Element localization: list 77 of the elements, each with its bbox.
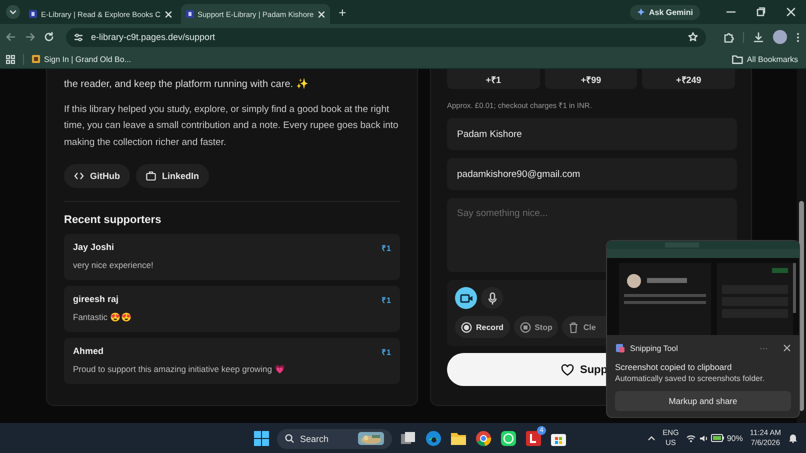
supporter-name: Ahmed	[73, 346, 104, 357]
video-button[interactable]	[455, 287, 477, 309]
description-text: If this library helped you study, explore, or simply find a good book at the right time, you can leave a small contribution and a note. Every rupee goes back into making the collection richer and faster.	[64, 102, 400, 150]
code-icon	[74, 171, 84, 181]
chat-icon[interactable]	[500, 430, 517, 447]
amount-text: ₹1	[382, 347, 391, 357]
more-button[interactable]: ···	[760, 343, 768, 353]
chrome-icon[interactable]	[475, 430, 492, 447]
notification-body: Automatically saved to screenshots folder.	[614, 373, 766, 383]
stop-button[interactable]: Stop	[514, 316, 558, 338]
folder-icon[interactable]	[450, 430, 467, 447]
browser-icon[interactable]	[425, 430, 442, 447]
wifi-icon[interactable]	[686, 434, 696, 442]
search-icon	[285, 434, 294, 443]
notification-bell-icon[interactable]	[788, 433, 798, 443]
collapse-icon[interactable]	[6, 5, 20, 19]
windows-start-icon[interactable]	[254, 431, 269, 446]
supporter-name: gireesh raj	[73, 294, 119, 305]
record-icon	[461, 322, 472, 332]
close-icon[interactable]	[783, 344, 791, 352]
new-tab-button[interactable]: +	[334, 4, 352, 20]
briefcase-icon	[146, 171, 156, 181]
video-camera-icon	[460, 292, 472, 304]
amount-text: ₹1	[382, 243, 391, 253]
forward-icon[interactable]	[25, 32, 35, 42]
battery-icon[interactable]	[710, 434, 724, 442]
link-button[interactable]: GitHub	[64, 164, 130, 188]
favicon-icon	[186, 10, 194, 18]
amount-text: ₹1	[382, 295, 391, 305]
record-button[interactable]: Record	[455, 316, 510, 338]
all-bookmarks-link[interactable]: All Bookmarks	[746, 54, 798, 64]
letter-app-icon[interactable]	[525, 430, 542, 447]
battery-text: 90%	[726, 434, 743, 442]
mic-button[interactable]	[481, 287, 503, 309]
folder-icon	[732, 54, 743, 64]
search-field[interactable]: Search	[277, 428, 392, 448]
supporter-message: Fantastic 😍😍	[73, 312, 133, 322]
favicon-icon	[29, 10, 37, 18]
task-view-icon[interactable]	[400, 430, 417, 447]
amount-button[interactable]: +₹249	[642, 69, 736, 89]
bookmark-link[interactable]: Sign In | Grand Old Bo...	[44, 54, 132, 64]
ask-gemini-button[interactable]: Ask Gemini	[630, 4, 700, 20]
name-field[interactable]: Padam Kishore	[447, 118, 737, 150]
puzzle-icon[interactable]	[723, 32, 734, 42]
chevron-up-icon[interactable]	[646, 434, 656, 442]
apps-icon[interactable]	[6, 54, 15, 64]
profile-avatar[interactable]	[773, 30, 787, 44]
close-icon[interactable]	[786, 7, 796, 17]
trash-icon	[568, 322, 580, 332]
download-icon[interactable]	[753, 32, 764, 42]
address-bar[interactable]: e-library-c9t.pages.dev/support	[66, 28, 706, 46]
tune-icon[interactable]	[74, 32, 83, 42]
supporter-message: very nice experience!	[73, 260, 154, 270]
supporter-message: Proud to support this amazing initiative keep growing 💗	[73, 364, 286, 374]
amount-button[interactable]: +₹99	[544, 69, 638, 89]
supporter-name: Jay Joshi	[73, 242, 114, 253]
more-icon[interactable]	[796, 32, 800, 42]
sparkle-icon	[636, 8, 645, 16]
app-name: Snipping Tool	[630, 344, 679, 352]
microphone-icon	[486, 292, 498, 304]
reload-icon[interactable]	[44, 32, 54, 42]
notification-title: Screenshot copied to clipboard	[614, 361, 733, 372]
amount-button[interactable]: +₹1	[447, 69, 540, 89]
intro-text: the reader, and keep the platform running with care. ✨	[64, 78, 309, 92]
email-field[interactable]: padamkishore90@gmail.com	[447, 158, 737, 190]
maximize-icon[interactable]	[756, 7, 766, 17]
section-heading: Recent supporters	[64, 214, 162, 226]
close-icon[interactable]	[164, 10, 172, 18]
speaker-icon[interactable]	[698, 434, 708, 442]
star-icon[interactable]	[688, 32, 698, 42]
heart-icon	[561, 364, 574, 376]
link-button[interactable]: LinkedIn	[136, 164, 210, 188]
close-icon[interactable]	[318, 10, 325, 18]
stop-icon	[520, 322, 531, 332]
back-icon[interactable]	[6, 32, 16, 42]
markup-button[interactable]: Markup and share	[615, 391, 791, 411]
book-icon	[32, 55, 40, 63]
